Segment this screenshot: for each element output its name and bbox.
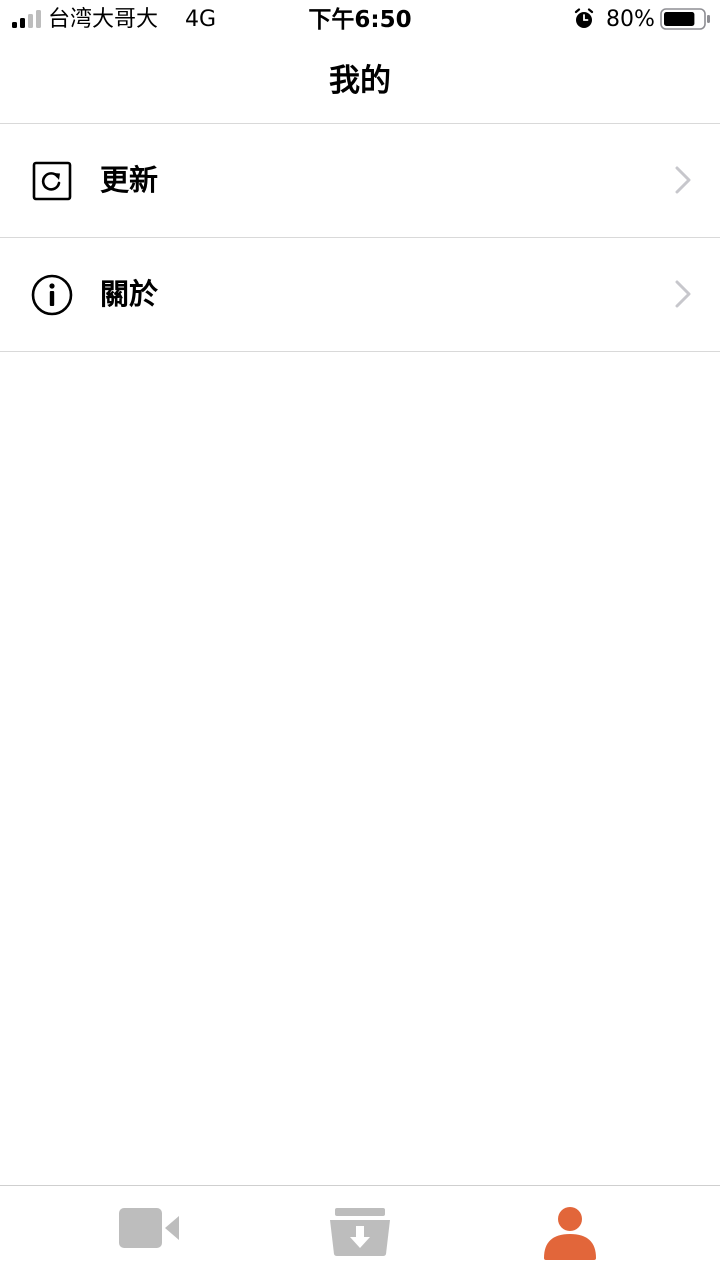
chevron-right-icon: [675, 166, 691, 194]
tab-video[interactable]: [30, 1186, 270, 1280]
screen: 台湾大哥大 4G 下午6:50 80% 我的 更新 關於: [0, 0, 720, 1280]
menu-item-label: 關於: [100, 277, 159, 311]
battery-icon: [660, 8, 710, 30]
page-title: 我的: [329, 63, 391, 99]
chevron-right-icon: [675, 280, 691, 308]
info-icon: [31, 274, 73, 316]
navigation-bar: 我的: [0, 40, 720, 124]
battery-percent: 80%: [606, 7, 655, 32]
menu-item-update[interactable]: 更新: [0, 124, 720, 238]
tab-downloads[interactable]: [240, 1186, 480, 1280]
person-icon: [544, 1207, 596, 1260]
alarm-icon: [574, 8, 594, 28]
video-camera-icon: [119, 1208, 179, 1248]
settings-list: 更新 關於: [0, 124, 720, 352]
menu-item-label: 更新: [100, 163, 159, 197]
refresh-icon: [32, 161, 72, 201]
status-bar: 台湾大哥大 4G 下午6:50 80%: [0, 0, 720, 40]
download-box-icon: [330, 1208, 390, 1256]
menu-item-about[interactable]: 關於: [0, 238, 720, 352]
tab-bar: [0, 1185, 720, 1280]
tab-profile[interactable]: [450, 1186, 690, 1280]
